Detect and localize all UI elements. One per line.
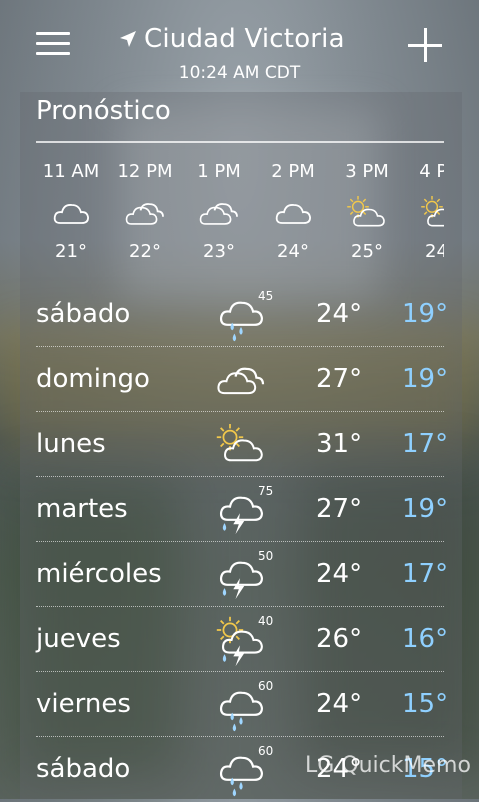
hour-label: 3 PM [345,161,389,182]
precip-chance: 50 [258,549,274,563]
high-temp: 31° [316,429,363,459]
daily-row[interactable]: sábado 45 24° 19° [36,282,448,347]
low-temp: 19° [402,494,449,524]
day-name: viernes [36,689,131,719]
hour-label: 12 PM [117,161,173,182]
daily-row[interactable]: jueves 40 26° 16° [36,607,448,672]
day-name: lunes [36,429,106,459]
city-name[interactable]: Ciudad Victoria [144,24,345,54]
precip-chance: 45 [258,289,274,303]
daily-row[interactable]: domingo 27° 19° [36,347,448,412]
daily-row[interactable]: viernes 60 24° 15° [36,672,448,737]
partly-sunny-icon [347,196,387,230]
partly-sunny-icon [216,424,266,464]
menu-button[interactable] [36,30,70,58]
low-temp: 17° [402,559,449,589]
day-name: miércoles [36,559,162,589]
hourly-forecast[interactable]: 11 AM 21° 12 PM 22° 1 PM 23° 2 PM 24° 3 PM 25° 4 P… [0,158,444,268]
hour-temp: 25° [351,241,383,262]
high-temp: 27° [316,364,363,394]
cloud-icon [51,196,91,230]
cloudy-icon [125,196,165,230]
day-name: jueves [36,624,121,654]
low-temp: 17° [402,429,449,459]
high-temp: 24° [316,299,363,329]
day-name: martes [36,494,128,524]
hour-temp: 24° [425,241,444,262]
high-temp: 26° [316,624,363,654]
partly-sunny-icon [421,196,444,230]
low-temp: 19° [402,364,449,394]
title-divider [36,141,444,143]
precip-chance: 60 [258,679,274,693]
precip-chance: 40 [258,614,274,628]
cloudy-icon [199,196,239,230]
hour-label: 11 AM [42,161,100,182]
high-temp: 24° [316,559,363,589]
hour-label: 2 PM [271,161,315,182]
hour-label: 1 PM [197,161,241,182]
hour-temp: 22° [129,241,161,262]
add-location-button[interactable] [408,28,442,62]
low-temp: 15° [402,689,449,719]
top-bar: Ciudad Victoria 10:24 AM CDT [0,0,479,92]
precip-chance: 75 [258,484,274,498]
watermark: LG QuickMemo [305,753,471,778]
hour-temp: 21° [55,241,87,262]
hour-label: 4 PM [419,161,444,182]
day-name: sábado [36,299,131,329]
menu-icon [36,52,70,55]
local-time: 10:24 AM CDT [178,63,301,83]
low-temp: 19° [402,299,449,329]
day-name: domingo [36,364,150,394]
menu-icon [36,42,70,45]
daily-row[interactable]: miércoles 50 24° 17° [36,542,448,607]
hour-temp: 24° [277,241,309,262]
cloudy-icon [216,359,266,399]
day-name: sábado [36,754,131,784]
daily-row[interactable]: martes 75 27° 19° [36,477,448,542]
menu-icon [36,32,70,35]
low-temp: 16° [402,624,449,654]
forecast-title: Pronóstico [36,96,171,126]
location-arrow-icon [120,31,136,47]
high-temp: 24° [316,689,363,719]
daily-row[interactable]: lunes 31° 17° [36,412,448,477]
hour-temp: 23° [203,241,235,262]
high-temp: 27° [316,494,363,524]
cloud-icon [273,196,313,230]
precip-chance: 60 [258,744,274,758]
